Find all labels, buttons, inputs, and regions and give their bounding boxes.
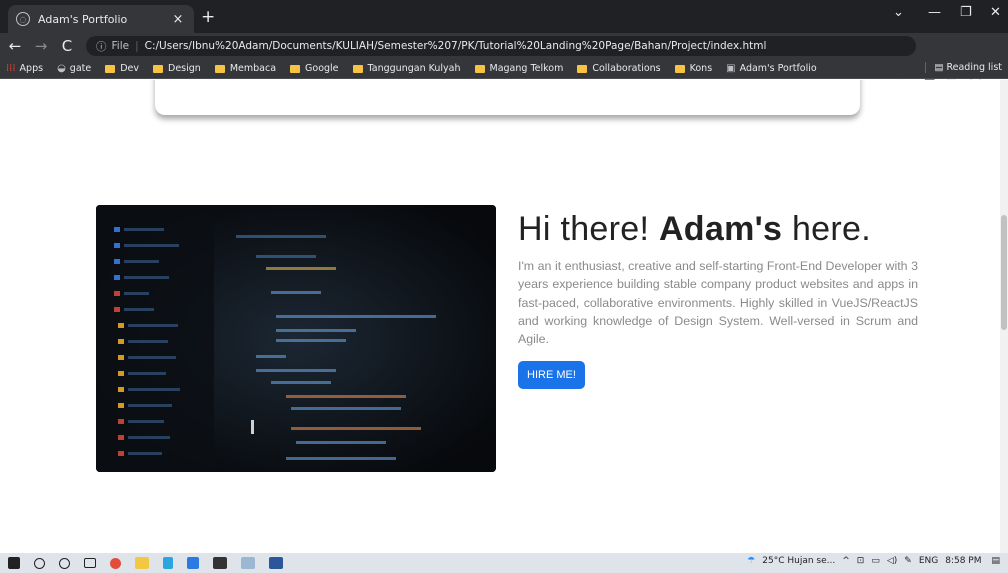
folder-icon	[214, 64, 225, 73]
weather-text[interactable]: 25°C Hujan se...	[762, 556, 835, 566]
battery-icon[interactable]: ▭	[871, 556, 880, 566]
tab-search-icon[interactable]: ⌄	[893, 5, 904, 20]
hire-me-button[interactable]: HIRE ME!	[518, 361, 585, 390]
url-text: C:/Users/Ibnu%20Adam/Documents/KULIAH/Se…	[144, 40, 767, 52]
bookmark-membaca[interactable]: Membaca	[214, 63, 276, 74]
search-icon[interactable]	[34, 557, 45, 569]
hero-description: I'm an it enthusiast, creative and self-…	[518, 259, 918, 347]
folder-icon	[577, 64, 588, 73]
pen-icon[interactable]: ✎	[904, 556, 912, 566]
tab-title: Adam's Portfolio	[38, 12, 128, 26]
hero-name: Adam's	[658, 210, 783, 248]
clock[interactable]: 8:58 PM	[945, 556, 981, 566]
restore-icon[interactable]: ❐	[960, 5, 972, 20]
url-separator: |	[135, 40, 139, 52]
browser-tab-bar: ◌ Adam's Portfolio × + ⌄ — ❐ ✕	[0, 0, 1008, 33]
vscode-icon[interactable]	[187, 557, 199, 569]
start-icon[interactable]	[8, 557, 20, 569]
navbar-card	[155, 80, 860, 115]
bookmark-google[interactable]: Google	[290, 63, 339, 74]
bookmarks-bar: ⁞⁞⁞ Apps ◒ gate Dev Design Membaca Google …	[0, 59, 1008, 79]
folder-icon	[674, 64, 685, 73]
bookmark-collaborations[interactable]: Collaborations	[577, 63, 661, 74]
browser-tab[interactable]: ◌ Adam's Portfolio ×	[8, 5, 194, 33]
code-editor-illustration	[96, 205, 496, 472]
info-icon[interactable]: ⓘ	[96, 39, 107, 54]
volume-icon[interactable]: ◁)	[887, 556, 897, 566]
new-tab-button[interactable]: +	[201, 7, 215, 27]
folder-icon	[352, 64, 363, 73]
forward-icon[interactable]: →	[30, 37, 52, 55]
folder-icon	[290, 64, 301, 73]
close-window-icon[interactable]: ✕	[990, 5, 1001, 20]
bookmark-gate[interactable]: ◒ gate	[57, 63, 91, 74]
telegram-icon[interactable]	[163, 557, 173, 569]
scrollbar-thumb[interactable]	[1001, 215, 1007, 330]
close-tab-icon[interactable]: ×	[170, 12, 186, 27]
bookmark-apps[interactable]: ⁞⁞⁞ Apps	[6, 63, 43, 74]
minimize-icon[interactable]: —	[928, 5, 941, 20]
address-bar[interactable]: ⓘ File | C:/Users/Ibnu%20Adam/Documents/…	[86, 36, 916, 56]
network-icon[interactable]: ⊡	[857, 556, 865, 566]
bookmark-design[interactable]: Design	[153, 63, 201, 74]
reload-icon[interactable]: C	[56, 37, 78, 55]
notepad-icon[interactable]	[241, 557, 255, 569]
system-tray: ☂ 25°C Hujan se... ^ ⊡ ▭ ◁) ✎ ENG 8:58 P…	[740, 556, 1000, 566]
task-view-icon[interactable]	[84, 558, 96, 568]
bookmark-tanggungan-kulyah[interactable]: Tanggungan Kulyah	[352, 63, 461, 74]
chrome-icon[interactable]	[110, 557, 121, 569]
folder-icon	[105, 64, 116, 73]
bookmark-adams-portfolio[interactable]: ▣ Adam's Portfolio	[726, 63, 817, 74]
hero-image	[96, 205, 496, 472]
back-icon[interactable]: ←	[4, 37, 26, 55]
globe-icon: ◌	[16, 12, 30, 26]
bookmark-magang-telkom[interactable]: Magang Telkom	[474, 63, 563, 74]
reading-list-button[interactable]: ▤ Reading list	[925, 62, 1002, 73]
chevron-up-icon[interactable]: ^	[842, 556, 850, 566]
reading-list-icon: ▤	[934, 62, 947, 73]
cortana-icon[interactable]	[59, 557, 70, 569]
hero-text: Hi there! Adam's here. I'm an it enthusi…	[518, 210, 918, 390]
url-scheme-label: File	[111, 40, 130, 52]
page-icon: ▣	[726, 63, 736, 74]
address-row: ← → C ⓘ File | C:/Users/Ibnu%20Adam/Docu…	[0, 33, 1008, 86]
language-label[interactable]: ENG	[919, 556, 938, 566]
page-viewport: Hi there! Adam's here. I'm an it enthusi…	[0, 80, 1008, 553]
bookmark-dev[interactable]: Dev	[105, 63, 139, 74]
apps-grid-icon: ⁞⁞⁞	[6, 63, 16, 74]
weather-icon: ☂	[747, 556, 756, 566]
folder-icon	[153, 64, 164, 73]
word-icon[interactable]	[269, 557, 283, 569]
bookmark-kons[interactable]: Kons	[674, 63, 712, 74]
notification-icon[interactable]: ▤	[991, 556, 1000, 566]
folder-icon	[474, 64, 485, 73]
terminal-icon[interactable]	[213, 557, 227, 569]
hero-headline: Hi there! Adam's here.	[518, 210, 871, 248]
gate-icon: ◒	[57, 63, 66, 74]
file-explorer-icon[interactable]	[135, 557, 149, 569]
